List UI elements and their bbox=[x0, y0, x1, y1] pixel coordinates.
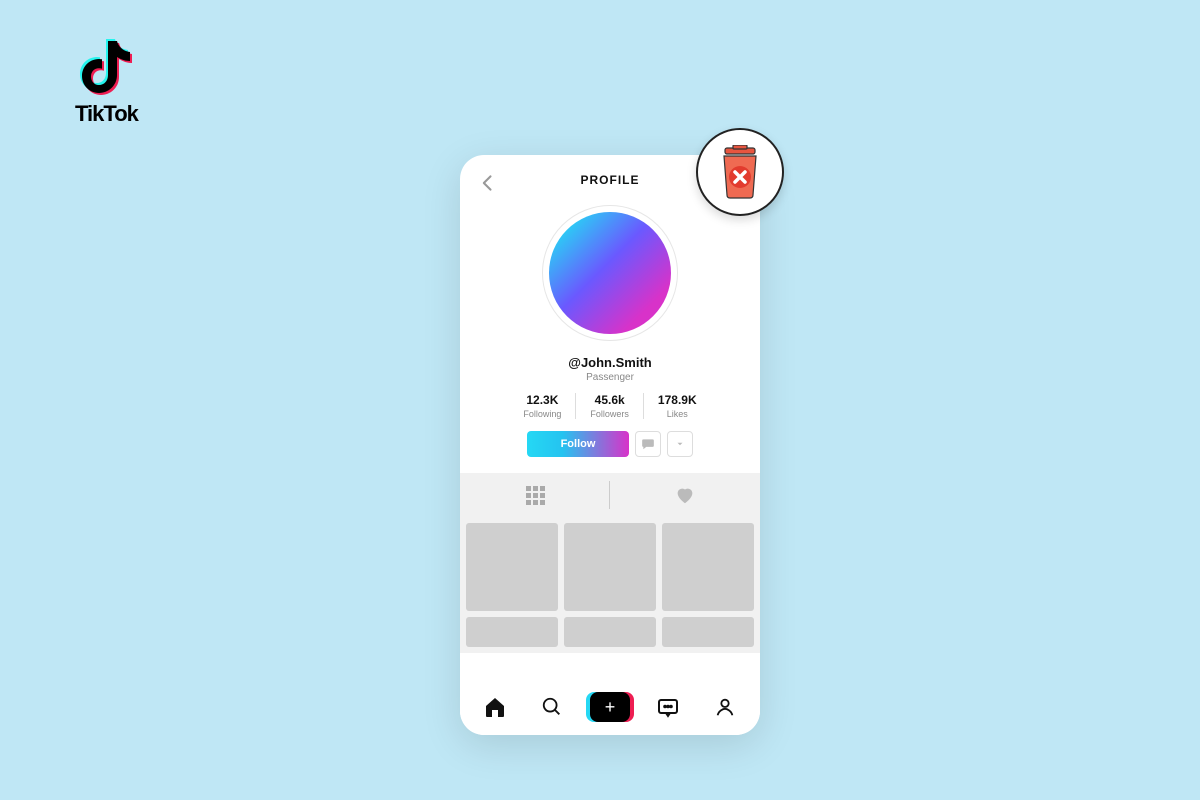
bottom-navbar: + bbox=[460, 679, 760, 735]
back-arrow-icon[interactable] bbox=[478, 173, 498, 193]
page-title: PROFILE bbox=[580, 173, 639, 187]
trash-icon bbox=[715, 145, 765, 199]
stat-label: Likes bbox=[667, 409, 688, 419]
tiktok-note-icon bbox=[78, 35, 134, 97]
stat-followers[interactable]: 45.6k Followers bbox=[576, 393, 644, 419]
stat-likes[interactable]: 178.9K Likes bbox=[644, 393, 711, 419]
home-icon bbox=[483, 695, 507, 719]
nav-create[interactable]: + bbox=[590, 687, 630, 727]
delete-profile-badge[interactable] bbox=[696, 128, 784, 216]
post-thumbnail[interactable] bbox=[466, 523, 558, 611]
dropdown-button[interactable] bbox=[667, 431, 693, 457]
tab-grid[interactable] bbox=[460, 473, 610, 517]
username: @John.Smith bbox=[460, 355, 760, 370]
avatar[interactable] bbox=[549, 212, 671, 334]
nav-profile[interactable] bbox=[705, 687, 745, 727]
avatar-ring bbox=[542, 205, 678, 341]
stat-value: 45.6k bbox=[595, 393, 625, 407]
post-thumbnail[interactable] bbox=[662, 617, 754, 647]
posts-grid bbox=[460, 517, 760, 653]
tiktok-logo: TikTok bbox=[75, 35, 138, 127]
stat-value: 12.3K bbox=[526, 393, 558, 407]
follow-button[interactable]: Follow bbox=[527, 431, 629, 457]
grid-icon bbox=[526, 486, 545, 505]
post-thumbnail[interactable] bbox=[662, 523, 754, 611]
stat-value: 178.9K bbox=[658, 393, 697, 407]
post-thumbnail[interactable] bbox=[564, 617, 656, 647]
message-button[interactable] bbox=[635, 431, 661, 457]
heart-icon bbox=[674, 484, 696, 506]
post-thumbnail[interactable] bbox=[466, 617, 558, 647]
plus-icon: + bbox=[605, 697, 616, 718]
stat-label: Followers bbox=[590, 409, 629, 419]
avatar-container bbox=[460, 205, 760, 341]
tab-liked[interactable] bbox=[610, 473, 760, 517]
nav-discover[interactable] bbox=[532, 687, 572, 727]
action-row: Follow bbox=[460, 431, 760, 457]
search-icon bbox=[541, 696, 563, 718]
post-thumbnail[interactable] bbox=[564, 523, 656, 611]
user-subtitle: Passenger bbox=[460, 372, 760, 383]
nav-inbox[interactable] bbox=[648, 687, 688, 727]
create-button[interactable]: + bbox=[590, 692, 630, 722]
content-tabs bbox=[460, 473, 760, 517]
stat-label: Following bbox=[523, 409, 561, 419]
stats-row: 12.3K Following 45.6k Followers 178.9K L… bbox=[460, 393, 760, 419]
nav-home[interactable] bbox=[475, 687, 515, 727]
tiktok-wordmark: TikTok bbox=[75, 101, 138, 127]
stat-following[interactable]: 12.3K Following bbox=[509, 393, 576, 419]
profile-icon bbox=[714, 696, 736, 718]
profile-card: PROFILE @John.Smith Passenger 12.3K Foll… bbox=[460, 155, 760, 735]
inbox-icon bbox=[656, 695, 680, 719]
